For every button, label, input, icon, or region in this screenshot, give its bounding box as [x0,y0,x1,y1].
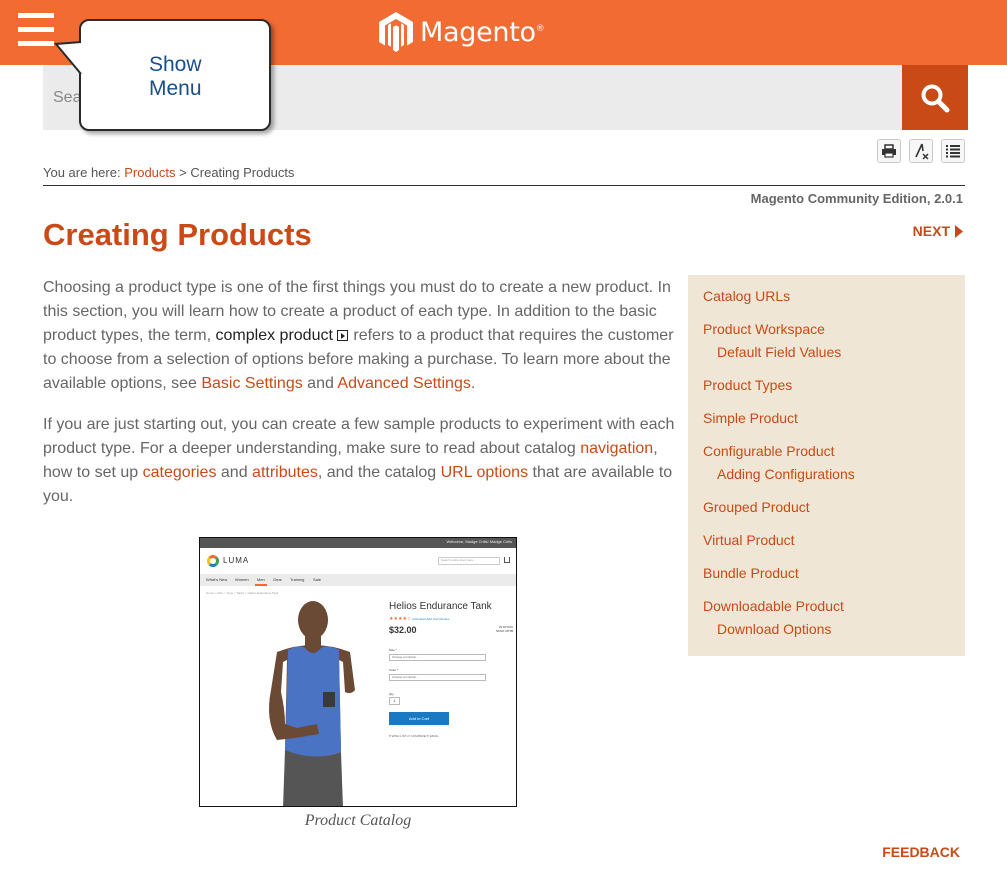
clear-highlight-button[interactable] [909,139,933,163]
mini-nav-item: Sale [313,577,322,582]
luma-logo-icon [207,555,219,567]
figure-caption: Product Catalog [304,812,412,829]
mini-size-label: Size * [389,648,397,652]
sidebar-item-adding-configurations[interactable]: Adding Configurations [717,466,855,482]
sidebar-item-simple-product[interactable]: Simple Product [703,410,798,426]
link-navigation[interactable]: navigation [580,440,653,457]
mini-nav-item: Women [235,577,249,582]
paragraph-intro: Choosing a product type is one of the fi… [43,279,674,392]
mini-add-to-cart-button: Add to Cart [389,712,449,725]
print-button[interactable] [877,139,901,163]
sidebar-item-product-workspace[interactable]: Product Workspace [703,321,825,337]
mini-color-label: Color * [389,668,399,672]
tooltip-pointer [54,41,82,75]
sidebar-item-virtual-product[interactable]: Virtual Product [703,532,795,548]
mini-nav-active-indicator [255,584,267,586]
brand-name: Magento® [420,16,545,48]
sidebar-item-grouped-product[interactable]: Grouped Product [703,499,810,515]
feedback-link[interactable]: FEEDBACK [882,844,960,860]
popup-term-icon[interactable] [336,330,348,341]
edition-label: Magento Community Edition, 2.0.1 [750,191,963,206]
breadcrumb-current: Creating Products [190,165,295,180]
mini-brand: LUMA [223,556,250,565]
toc-button[interactable] [941,139,965,163]
mini-stock: IN STOCK SKU#: MT05 [496,625,514,633]
mini-nav-item: Training [290,577,305,582]
mini-store-topbar: Welcome, Madge Crilis! Madge Crilis [200,538,516,548]
sidebar-item-configurable-product[interactable]: Configurable Product [703,443,835,459]
mini-size-select: Choose an Option... [389,654,486,661]
article-body: Choosing a product type is one of the fi… [43,276,678,526]
mini-color-select: Choose an Option... [389,674,486,681]
caret-right-icon [955,224,963,238]
tooltip-text: Show Menu [149,53,202,100]
mini-product-name: Helios Endurance Tank [389,601,492,612]
page-tools [877,139,965,163]
link-attributes[interactable]: attributes [252,464,318,481]
page-title: Creating Products [43,217,312,252]
link-basic-settings[interactable]: Basic Settings [201,375,302,392]
magento-logo[interactable]: Magento® [378,11,545,53]
link-url-options[interactable]: URL options [441,464,528,481]
magento-logo-icon [379,12,413,52]
mini-price: $32.00 [389,625,417,635]
paragraph-getting-started: If you are just starting out, you can cr… [43,416,675,505]
related-topics-sidebar: Catalog URLs Product Workspace Default F… [688,275,965,656]
sidebar-item-default-field-values[interactable]: Default Field Values [717,344,841,360]
product-model-image [269,601,355,806]
product-catalog-figure: Welcome, Madge Crilis! Madge Crilis LUMA… [199,537,517,807]
next-button[interactable]: NEXT [913,223,963,239]
mini-nav-item: Gear [273,577,282,582]
show-menu-tooltip: Show Menu [79,19,271,131]
mini-nav-item: What's New [206,577,228,582]
breadcrumb-link-products[interactable]: Products [124,165,175,180]
mini-nav-item: Men [257,577,265,582]
breadcrumb-divider [43,185,965,186]
print-icon [882,144,896,158]
hamburger-menu-icon[interactable] [18,13,54,49]
mini-rating-stars: ★★★★☆ [389,616,412,622]
breadcrumb: You are here: Products > Creating Produc… [43,165,294,180]
list-icon [946,145,960,158]
mini-breadcrumb: Home > Men > Tops > Tanks > Helios Endur… [206,591,279,595]
search-button[interactable] [902,65,968,130]
next-label: NEXT [912,223,950,239]
sidebar-item-product-types[interactable]: Product Types [703,377,792,393]
sidebar-item-downloadable-product[interactable]: Downloadable Product [703,598,844,614]
mini-product-actions: ♥ WISH LIST ⇄ COMPARE ✉ EMAIL [389,734,439,738]
mini-cart-icon [504,557,510,563]
mini-reviews-link: 3 Reviews Add Your Review [412,617,450,621]
link-advanced-settings[interactable]: Advanced Settings [337,375,470,392]
sidebar-item-bundle-product[interactable]: Bundle Product [703,565,799,581]
search-icon [921,84,950,112]
clear-highlight-icon [915,143,929,160]
mini-search-box: Search entire store here... [438,557,500,565]
sidebar-item-catalog-urls[interactable]: Catalog URLs [703,288,790,304]
sidebar-item-download-options[interactable]: Download Options [717,621,831,637]
breadcrumb-prefix: You are here: [43,165,121,180]
breadcrumb-separator: > [179,165,187,180]
mini-qty-input: 1 [389,697,400,705]
mini-qty-label: Qty [389,692,394,696]
term-complex-product[interactable]: complex product [216,327,349,344]
link-categories[interactable]: categories [143,464,217,481]
